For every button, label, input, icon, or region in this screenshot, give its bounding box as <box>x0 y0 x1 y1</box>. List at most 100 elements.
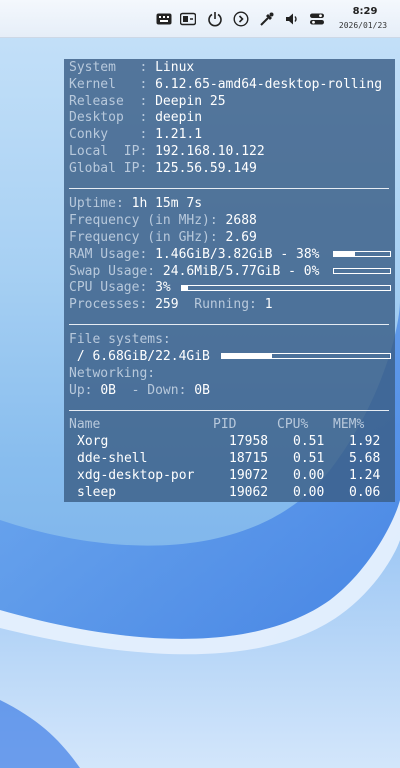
up-value: 0B <box>100 383 116 398</box>
kernel-row: Kernel : 6.12.65-amd64-desktop-rolling <box>69 77 382 94</box>
cpu-label: CPU Usage: <box>69 280 148 295</box>
down-label: - Down: <box>131 383 187 398</box>
processes-value: 259 <box>155 297 179 312</box>
freq-ghz-label: Frequency (in GHz): <box>69 230 218 245</box>
root-fs-bar <box>221 353 391 359</box>
freq-ghz-value: 2.69 <box>225 230 257 245</box>
divider <box>69 188 389 189</box>
processes-label: Processes: <box>69 297 148 312</box>
process-row: dde-shell 18715 0.51 5.68 <box>64 451 395 468</box>
process-name: xdg-desktop-por <box>77 468 195 483</box>
desktop-label: Desktop : <box>69 110 148 125</box>
networking-heading: Networking: <box>69 366 155 383</box>
freq-ghz-row: Frequency (in GHz): 2.69 <box>69 230 257 247</box>
networking-label: Networking: <box>69 366 156 381</box>
running-value: 1 <box>264 297 273 312</box>
top-panel: 8:29 2026/01/23 <box>0 0 400 38</box>
release-value: Deepin 25 <box>155 94 226 109</box>
freq-mhz-label: Frequency (in MHz): <box>69 213 218 228</box>
system-row: System : Linux <box>69 60 194 77</box>
eyedropper-icon[interactable] <box>257 9 277 29</box>
local-ip-row: Local IP: 192.168.10.122 <box>69 144 265 161</box>
conky-label: Conky : <box>69 127 148 142</box>
process-mem: 0.06 <box>349 485 381 500</box>
ram-label: RAM Usage: <box>69 247 148 262</box>
process-name: Xorg <box>77 434 109 449</box>
conky-panel: System : Linux Kernel : 6.12.65-amd64-de… <box>64 59 395 502</box>
root-fs-value: 6.68GiB/22.4GiB <box>92 349 210 364</box>
conky-value: 1.21.1 <box>155 127 203 142</box>
ram-value: 1.46GiB/3.82GiB - 38% <box>155 247 320 262</box>
process-mem: 1.92 <box>349 434 381 449</box>
filesystems-label: File systems: <box>69 332 171 347</box>
up-label: Up: <box>69 383 93 398</box>
freq-mhz-value: 2688 <box>225 213 257 228</box>
local-ip-value: 192.168.10.122 <box>155 144 265 159</box>
down-value: 0B <box>194 383 210 398</box>
global-ip-value: 125.56.59.149 <box>155 161 257 176</box>
process-table-header: Name PID CPU% MEM% <box>64 417 395 434</box>
control-center-icon[interactable] <box>307 9 327 29</box>
process-mem: 5.68 <box>349 451 381 466</box>
process-row: Xorg 17958 0.51 1.92 <box>64 434 395 451</box>
ram-row: RAM Usage: 1.46GiB/3.82GiB - 38% <box>69 247 319 264</box>
process-row: xdg-desktop-por 19072 0.00 1.24 <box>64 468 395 485</box>
pid-column-header: PID <box>213 417 237 432</box>
processes-row: Processes: 259 Running: 1 <box>69 297 273 314</box>
divider <box>69 410 389 411</box>
local-ip-label: Local IP: <box>69 144 148 159</box>
cpu-usage-bar <box>181 285 391 291</box>
process-cpu: 0.00 <box>293 468 325 483</box>
network-row: Up: 0B - Down: 0B <box>69 383 210 400</box>
volume-icon[interactable] <box>282 9 302 29</box>
process-cpu: 0.00 <box>293 485 325 500</box>
release-row: Release : Deepin 25 <box>69 94 226 111</box>
cpu-usage-fill <box>182 286 189 290</box>
process-cpu: 0.51 <box>293 434 325 449</box>
process-row: sleep 19062 0.00 0.06 <box>64 485 395 502</box>
cpu-column-header: CPU% <box>277 417 309 432</box>
uptime-row: Uptime: 1h 15m 7s <box>69 196 202 213</box>
root-fs-fill <box>222 354 273 358</box>
global-ip-label: Global IP: <box>69 161 148 176</box>
divider <box>69 324 389 325</box>
keyboard-icon[interactable] <box>154 9 174 29</box>
process-cpu: 0.51 <box>293 451 325 466</box>
kernel-value: 6.12.65-amd64-desktop-rolling <box>155 77 383 92</box>
process-pid: 18715 <box>229 451 269 466</box>
conky-version-row: Conky : 1.21.1 <box>69 127 202 144</box>
process-pid: 17958 <box>229 434 269 449</box>
kernel-label: Kernel : <box>69 77 148 92</box>
uptime-value: 1h 15m 7s <box>131 196 203 211</box>
system-value: Linux <box>155 60 195 75</box>
freq-mhz-row: Frequency (in MHz): 2688 <box>69 213 257 230</box>
input-method-icon[interactable] <box>178 9 198 29</box>
root-fs-label: / <box>69 349 85 364</box>
swap-label: Swap Usage: <box>69 264 156 279</box>
power-icon[interactable] <box>205 9 225 29</box>
cpu-value: 3% <box>155 280 171 295</box>
mem-column-header: MEM% <box>333 417 365 432</box>
desktop-value: deepin <box>155 110 203 125</box>
release-label: Release : <box>69 94 148 109</box>
clock-time[interactable]: 8:29 <box>336 6 394 17</box>
swap-value: 24.6MiB/5.77GiB - 0% <box>162 264 320 279</box>
swap-usage-bar <box>333 268 391 274</box>
process-pid: 19072 <box>229 468 269 483</box>
system-label: System : <box>69 60 148 75</box>
desktop-row: Desktop : deepin <box>69 110 202 127</box>
swap-row: Swap Usage: 24.6MiB/5.77GiB - 0% <box>69 264 319 281</box>
ram-usage-bar <box>333 251 391 257</box>
uptime-label: Uptime: <box>69 196 124 211</box>
name-column-header: Name <box>69 417 101 432</box>
process-name: dde-shell <box>77 451 148 466</box>
ram-usage-fill <box>334 252 356 256</box>
running-label: Running: <box>194 297 257 312</box>
process-pid: 19062 <box>229 485 269 500</box>
process-name: sleep <box>77 485 117 500</box>
clock-date[interactable]: 2026/01/23 <box>332 21 394 30</box>
cpu-row: CPU Usage: 3% <box>69 280 171 297</box>
chevron-right-circle-icon[interactable] <box>231 9 251 29</box>
root-fs-row: / 6.68GiB/22.4GiB <box>69 349 210 366</box>
global-ip-row: Global IP: 125.56.59.149 <box>69 161 257 178</box>
